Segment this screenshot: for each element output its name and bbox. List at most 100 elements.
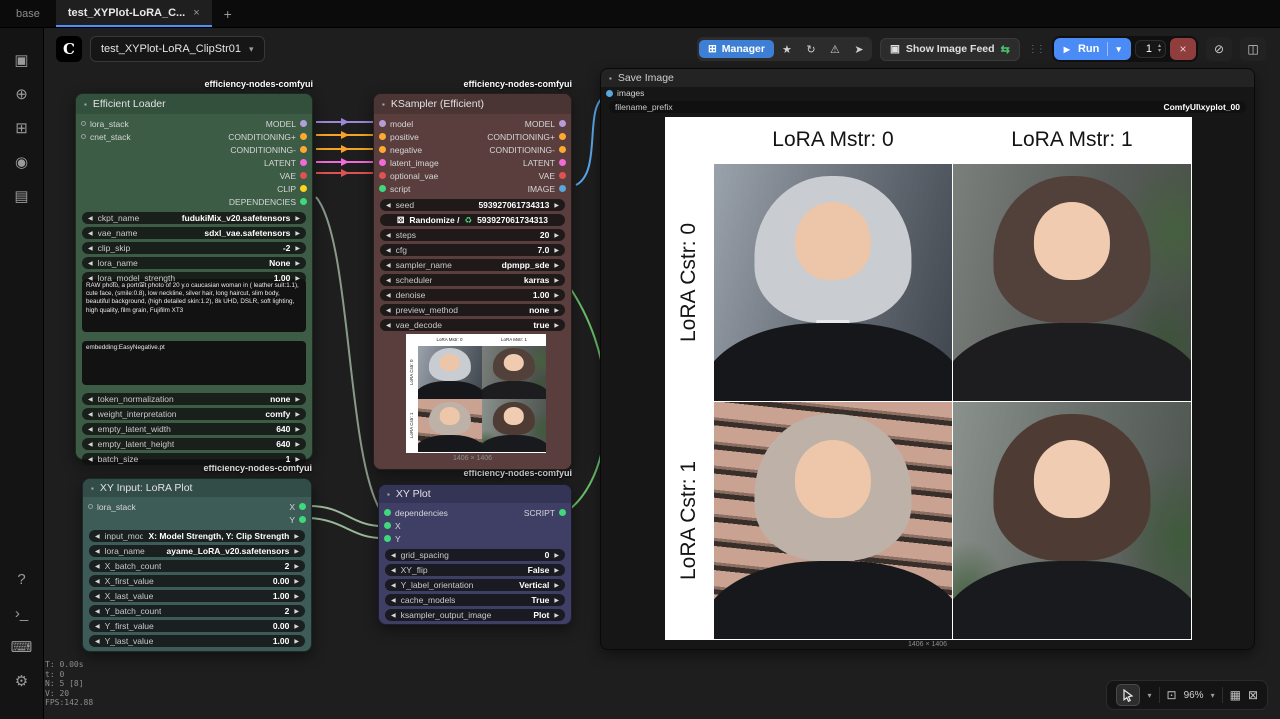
node-title-bar[interactable]: ▪Efficient Loader (76, 94, 312, 114)
widget-ksampler-output-image[interactable]: ◀ksampler_output_imagePlot▶ (385, 609, 565, 621)
decrement-icon[interactable]: ◀ (95, 623, 100, 630)
output-slot-clip[interactable] (300, 185, 307, 192)
widget-input-mode[interactable]: ◀input_modeX: Model Strength, Y: Clip St… (89, 530, 305, 542)
collapse-icon[interactable]: ▪ (84, 100, 87, 109)
input-slot-negative[interactable] (379, 146, 386, 153)
output-slot-image[interactable] (559, 185, 566, 192)
node-title-bar[interactable]: ▪XY Input: LoRA Plot (83, 479, 311, 497)
widget-token-normalization[interactable]: ◀token_normalizationnone▶ (82, 393, 306, 405)
output-slot-script[interactable] (559, 509, 566, 516)
widget-x-first-value[interactable]: ◀X_first_value0.00▶ (89, 575, 305, 587)
output-slot-latent[interactable] (300, 159, 307, 166)
decrement-icon[interactable]: ◀ (95, 548, 100, 555)
input-slot-lora-stack[interactable] (88, 504, 93, 509)
help-icon[interactable]: ? (8, 565, 36, 593)
widget-batch-size[interactable]: ◀batch_size1▶ (82, 453, 306, 465)
decrement-icon[interactable]: ◀ (391, 567, 396, 574)
increment-icon[interactable]: ▶ (295, 230, 300, 237)
widget-lora-name[interactable]: ◀lora_nameNone▶ (82, 257, 306, 269)
increment-icon[interactable]: ▶ (554, 307, 559, 314)
input-slot-x[interactable] (384, 522, 391, 529)
decrement-icon[interactable]: ◀ (95, 578, 100, 585)
increment-icon[interactable]: ▶ (294, 608, 299, 615)
decrement-icon[interactable]: ◀ (88, 396, 93, 403)
positive-prompt-textarea[interactable]: RAW photo, a portrait photo of 20 y.o ca… (82, 279, 306, 332)
decrement-icon[interactable]: ◀ (386, 247, 391, 254)
widget-vae-name[interactable]: ◀vae_namesdxl_vae.safetensors▶ (82, 227, 306, 239)
input-slot-cnet-stack[interactable] (81, 134, 86, 139)
workflows-icon[interactable]: ▤ (8, 182, 36, 210)
share-icon[interactable]: ➤ (848, 39, 870, 59)
cursor-tool-button[interactable] (1116, 684, 1140, 706)
decrement-icon[interactable]: ◀ (391, 612, 396, 619)
decrement-icon[interactable]: ◀ (95, 638, 100, 645)
new-tab-button[interactable]: + (212, 0, 244, 27)
widget-sampler-name[interactable]: ◀sampler_namedpmpp_sde▶ (380, 259, 565, 271)
collapse-icon[interactable]: ▪ (609, 74, 612, 83)
input-slot-positive[interactable] (379, 133, 386, 140)
widget-filename-prefix[interactable]: filename_prefixComfyUI\xyplot_00 (609, 101, 1246, 113)
output-slot-x[interactable] (299, 503, 306, 510)
negative-prompt-textarea[interactable]: embedding:EasyNegative.pt (82, 341, 306, 385)
increment-icon[interactable]: ▶ (554, 567, 559, 574)
widget-preview-method[interactable]: ◀preview_methodnone▶ (380, 304, 565, 316)
increment-icon[interactable]: ▶ (295, 215, 300, 222)
tool-chevron-icon[interactable]: ▾ (1147, 691, 1151, 700)
increment-icon[interactable]: ▶ (554, 552, 559, 559)
increment-icon[interactable]: ▶ (295, 441, 300, 448)
widget-xy-flip[interactable]: ◀XY_flipFalse▶ (385, 564, 565, 576)
comfyui-logo[interactable]: C (56, 36, 82, 62)
node-templates-icon[interactable]: ⊕ (8, 80, 36, 108)
widget-y-first-value[interactable]: ◀Y_first_value0.00▶ (89, 620, 305, 632)
collapse-icon[interactable]: ▪ (91, 484, 94, 493)
increment-icon[interactable]: ▶ (554, 292, 559, 299)
increment-icon[interactable]: ▶ (294, 593, 299, 600)
increment-icon[interactable]: ▶ (554, 322, 559, 329)
input-slot-images[interactable] (606, 90, 613, 97)
widget-grid-spacing[interactable]: ◀grid_spacing0▶ (385, 549, 565, 561)
increment-icon[interactable]: ▶ (294, 548, 299, 555)
increment-icon[interactable]: ▶ (554, 612, 559, 619)
minimap-icon[interactable]: ▦ (1230, 688, 1241, 702)
zoom-chevron-icon[interactable]: ▾ (1211, 691, 1215, 700)
widget-x-last-value[interactable]: ◀X_last_value1.00▶ (89, 590, 305, 602)
node-title-bar[interactable]: ▪XY Plot (379, 485, 571, 503)
increment-icon[interactable]: ▶ (294, 563, 299, 570)
increment-icon[interactable]: ▶ (554, 232, 559, 239)
decrement-icon[interactable]: ◀ (386, 262, 391, 269)
widget-lora-name[interactable]: ◀lora_nameayame_LoRA_v20.safetensors▶ (89, 545, 305, 557)
decrement-icon[interactable]: ◀ (386, 307, 391, 314)
collapse-icon[interactable]: ▪ (382, 100, 385, 109)
increment-icon[interactable]: ▶ (294, 533, 299, 540)
decrement-icon[interactable]: ◀ (88, 275, 93, 282)
widget-empty-latent-width[interactable]: ◀empty_latent_width640▶ (82, 423, 306, 435)
input-slot-dependencies[interactable] (384, 509, 391, 516)
input-slot-model[interactable] (379, 120, 386, 127)
decrement-icon[interactable]: ◀ (88, 215, 93, 222)
increment-icon[interactable]: ▶ (294, 638, 299, 645)
decrement-icon[interactable]: ◀ (88, 245, 93, 252)
increment-icon[interactable]: ▶ (294, 578, 299, 585)
increment-icon[interactable]: ▶ (554, 247, 559, 254)
output-slot-latent[interactable] (559, 159, 566, 166)
decrement-icon[interactable]: ◀ (95, 563, 100, 570)
batch-count-input[interactable]: 1▴▾ (1135, 40, 1166, 58)
workflow-tab[interactable]: test_XYPlot-LoRA_C...× (56, 0, 212, 27)
increment-icon[interactable]: ▶ (295, 456, 300, 463)
input-slot-latent-image[interactable] (379, 159, 386, 166)
input-slot-y[interactable] (384, 535, 391, 542)
decrement-icon[interactable]: ◀ (386, 202, 391, 209)
decrement-icon[interactable]: ◀ (386, 232, 391, 239)
panel-toggle-icon[interactable]: ◫ (1240, 37, 1266, 61)
toggle-links-icon[interactable]: ⊠ (1248, 688, 1258, 702)
shortcuts-icon[interactable]: ⌨ (8, 633, 36, 661)
node-title-bar[interactable]: ▪KSampler (Efficient) (374, 94, 571, 114)
decrement-icon[interactable]: ◀ (88, 260, 93, 267)
decrement-icon[interactable]: ◀ (88, 411, 93, 418)
fit-view-icon[interactable]: ⊡ (1167, 688, 1177, 702)
increment-icon[interactable]: ▶ (295, 245, 300, 252)
output-slot-vae[interactable] (559, 172, 566, 179)
toolbar-drag-handle[interactable]: ⋮⋮ (1028, 44, 1044, 55)
decrement-icon[interactable]: ◀ (386, 322, 391, 329)
output-slot-dependencies[interactable] (300, 198, 307, 205)
